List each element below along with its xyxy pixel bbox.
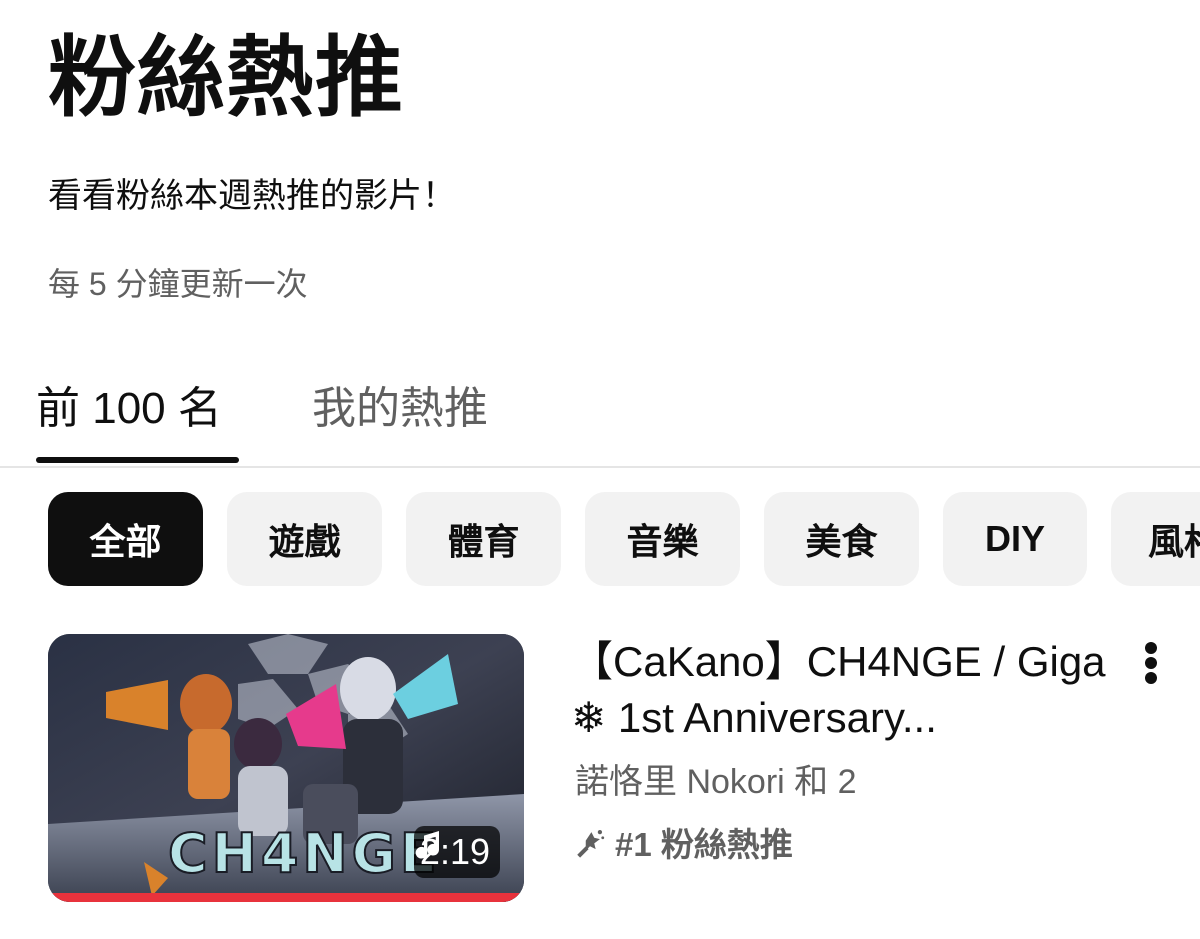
tab-my-hype[interactable]: 我的熱推	[312, 372, 488, 436]
video-title[interactable]: 【CaKano】CH4NGE / Giga ❄ 1st Anniversary.…	[571, 634, 1131, 746]
watch-progress-bar	[48, 893, 524, 902]
chip-sports[interactable]: 體育	[406, 492, 561, 586]
rank-shoutout-icon	[577, 829, 605, 858]
chip-all[interactable]: 全部	[48, 492, 203, 586]
chip-music[interactable]: 音樂	[585, 492, 740, 586]
page-subtitle: 看看粉絲本週熱推的影片！	[48, 177, 456, 215]
more-vert-icon-dot	[1145, 657, 1157, 669]
tab-top-100[interactable]: 前 100 名	[36, 372, 222, 436]
watch-progress-fill	[48, 893, 524, 902]
svg-text:CH4NGE: CH4NGE	[168, 822, 441, 885]
music-note-icon	[415, 831, 439, 859]
more-options-button[interactable]	[1133, 640, 1169, 686]
channel-name[interactable]: 諾恪里 Nokori 和 2	[575, 754, 857, 803]
tab-bar: 前 100 名 我的熱推	[0, 360, 1200, 468]
more-vert-icon-dot	[1145, 672, 1157, 684]
category-chip-bar: 全部 遊戲 體育 音樂 美食 DIY 風格	[48, 492, 1200, 588]
video-thumbnail[interactable]: CH4NGE 2:19	[48, 634, 524, 902]
tab-selected-indicator	[36, 457, 239, 463]
chip-food[interactable]: 美食	[764, 492, 919, 586]
update-note: 每 5 分鐘更新一次	[48, 266, 308, 302]
rank-badge: #1 粉絲熱推	[573, 818, 793, 866]
chip-diy[interactable]: DIY	[943, 492, 1087, 586]
video-item: CH4NGE 2:19 【CaKano】CH4NGE / Giga ❄ 1st …	[48, 634, 1200, 904]
page-title: 粉絲熱推	[48, 28, 405, 127]
rank-text: #1 粉絲熱推	[615, 826, 793, 863]
duration-badge: 2:19	[413, 826, 500, 878]
chip-style[interactable]: 風格	[1111, 492, 1200, 586]
chip-gaming[interactable]: 遊戲	[227, 492, 382, 586]
more-vert-icon	[1145, 642, 1157, 654]
